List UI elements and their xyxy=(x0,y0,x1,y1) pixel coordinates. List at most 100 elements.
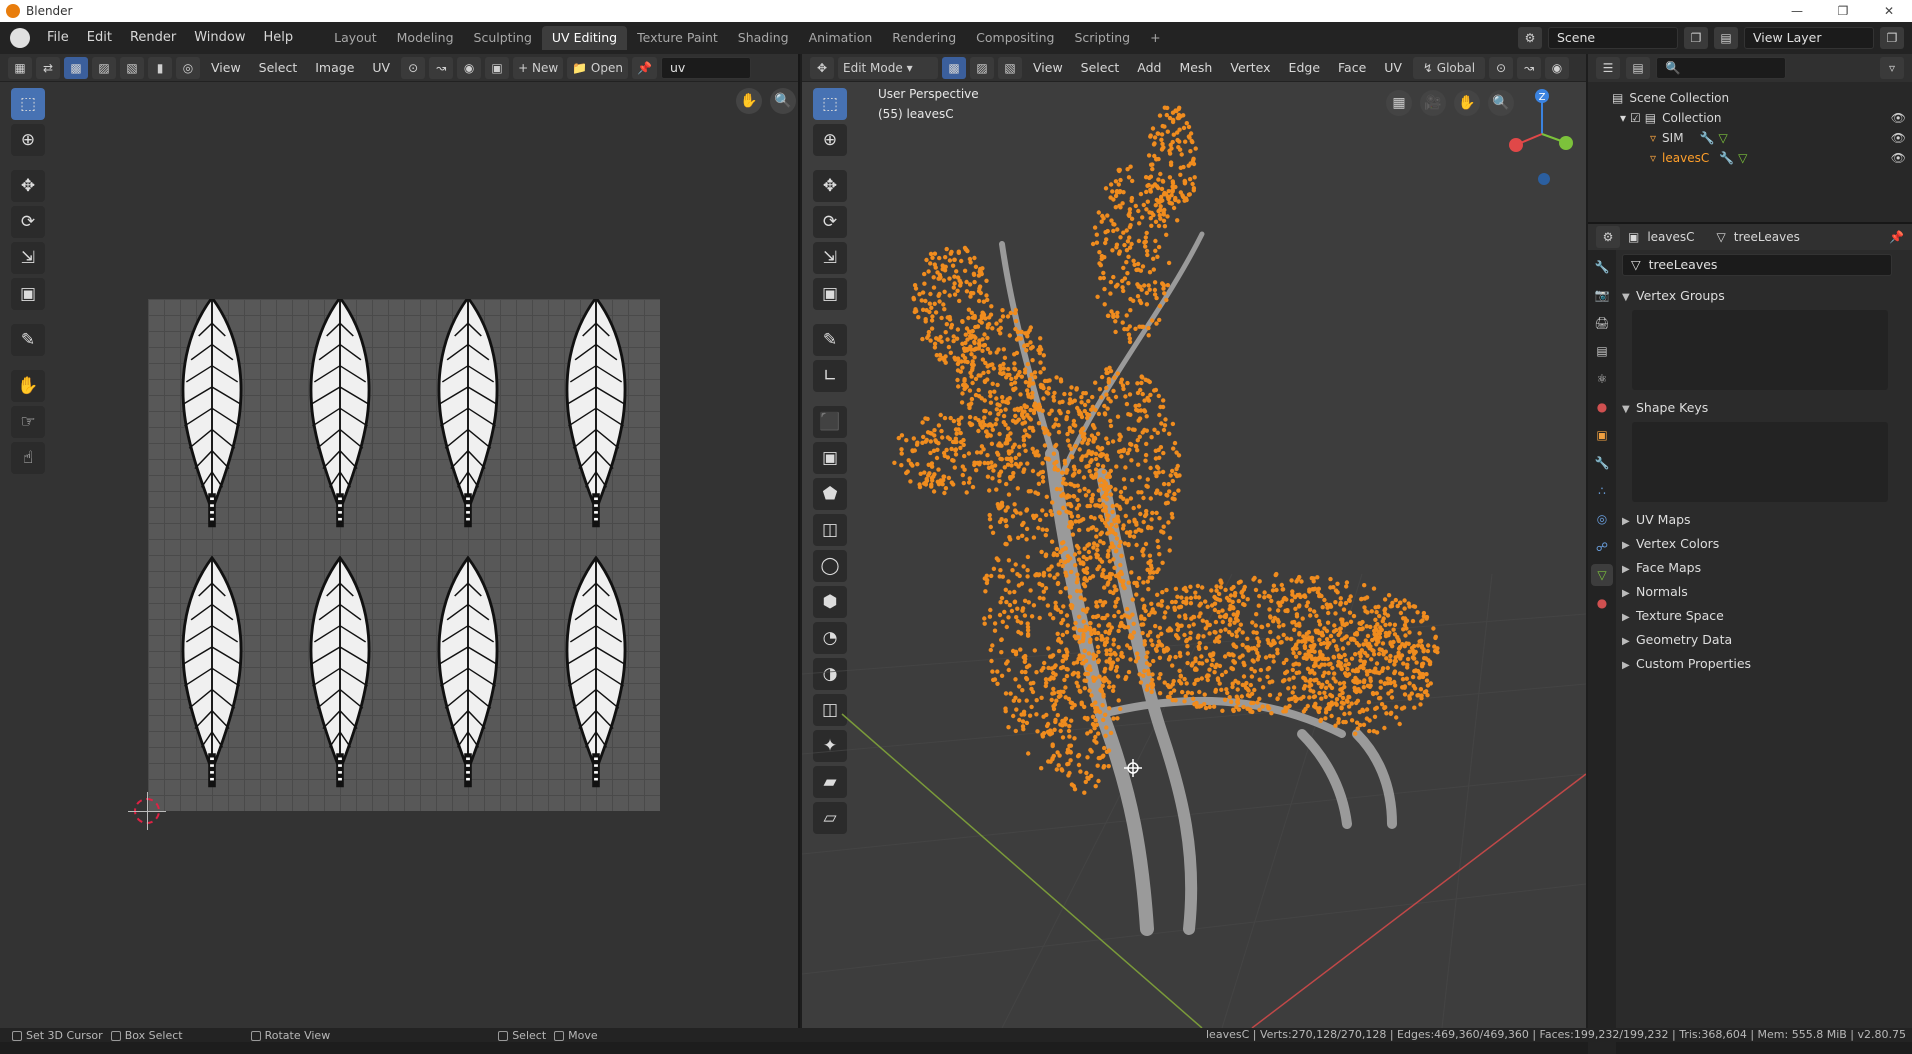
menu-help[interactable]: Help xyxy=(255,22,303,54)
panel-geometry-data[interactable]: ▶ Geometry Data xyxy=(1622,628,1906,652)
panel-custom-properties[interactable]: ▶ Custom Properties xyxy=(1622,652,1906,676)
tree-item-scene-collection[interactable]: ▤ Scene Collection xyxy=(1588,88,1912,108)
menu-file[interactable]: File xyxy=(38,22,78,54)
snap-icon[interactable]: ↝ xyxy=(429,56,454,79)
vertex-groups-list[interactable] xyxy=(1632,310,1888,390)
new-scene-icon[interactable]: ❐ xyxy=(1684,27,1708,49)
vertex-select-mode-icon[interactable]: ▩ xyxy=(64,56,88,79)
panel-texture-space[interactable]: ▶ Texture Space xyxy=(1622,604,1906,628)
rotate-icon[interactable]: ⟳ xyxy=(11,206,45,238)
shape-keys-list[interactable] xyxy=(1632,422,1888,502)
menu-window[interactable]: Window xyxy=(185,22,254,54)
modifier-wrench-icon[interactable]: 🔧 xyxy=(1719,151,1734,165)
tab-object-icon[interactable]: ▣ xyxy=(1591,424,1613,446)
add-workspace-button[interactable]: + xyxy=(1140,26,1170,50)
uv-menu-select[interactable]: Select xyxy=(252,60,305,75)
panel-face-maps[interactable]: ▶ Face Maps xyxy=(1622,556,1906,580)
view-layer-field[interactable]: View Layer xyxy=(1744,27,1874,49)
expand-arrow-icon[interactable]: ▾ xyxy=(1620,111,1626,125)
panel-vertex-colors[interactable]: ▶ Vertex Colors xyxy=(1622,532,1906,556)
restore-icon[interactable]: ❐ xyxy=(1820,0,1866,22)
tab-constraints-icon[interactable]: ☍ xyxy=(1591,536,1613,558)
menu-render[interactable]: Render xyxy=(121,22,185,54)
editor-type-icon[interactable]: ▦ xyxy=(8,56,32,79)
uv-leaf-island[interactable] xyxy=(181,556,243,789)
panel-normals[interactable]: ▶ Normals xyxy=(1622,580,1906,604)
tree-item-sim[interactable]: ▿ SIM 🔧 ▽ 👁 xyxy=(1588,128,1912,148)
3d-viewport[interactable]: ✥ Edit Mode ▾ ▩ ▨ ▧ View Select Add Mesh… xyxy=(802,54,1586,1028)
tab-view-layer-icon[interactable]: ▤ xyxy=(1591,340,1613,362)
cursor-icon[interactable]: ⊕ xyxy=(11,124,45,156)
panel-shape-keys[interactable]: ▼ Shape Keys xyxy=(1622,396,1906,420)
island-select-mode-icon[interactable]: ▮ xyxy=(148,56,172,79)
properties-editor[interactable]: ⚙ ▣ leavesC ▽ treeLeaves 📌 🔧 📷 🖨 ▤ ⚛ ● ▣… xyxy=(1588,224,1912,1054)
tab-world-icon[interactable]: ● xyxy=(1591,396,1613,418)
tab-render-icon[interactable]: 📷 xyxy=(1591,284,1613,306)
uv-leaf-island[interactable] xyxy=(181,299,243,529)
transform-icon[interactable]: ▣ xyxy=(11,278,45,310)
blender-logo-icon[interactable] xyxy=(10,28,30,48)
tab-output-icon[interactable]: 🖨 xyxy=(1591,312,1613,334)
filter-icon[interactable]: ▿ xyxy=(1880,57,1904,79)
uv-leaf-island[interactable] xyxy=(565,556,627,789)
tab-scene-icon[interactable]: ⚛ xyxy=(1591,368,1613,390)
move-icon[interactable]: ✥ xyxy=(11,170,45,202)
tree-item-leavesc[interactable]: ▿ leavesC 🔧 ▽ 👁 xyxy=(1588,148,1912,168)
relax-icon[interactable]: ☞ xyxy=(11,406,45,438)
open-image-button[interactable]: 📁 Open xyxy=(567,56,628,79)
uv-menu-view[interactable]: View xyxy=(204,60,248,75)
mesh-datablock-field[interactable]: ▽ treeLeaves xyxy=(1622,254,1892,276)
tab-shading[interactable]: Shading xyxy=(728,26,799,50)
new-image-button[interactable]: + New xyxy=(513,56,564,79)
uv-leaf-island[interactable] xyxy=(309,556,371,789)
tab-scripting[interactable]: Scripting xyxy=(1065,26,1141,50)
tab-texture-paint[interactable]: Texture Paint xyxy=(627,26,728,50)
tab-uv-editing[interactable]: UV Editing xyxy=(541,26,628,50)
uv-leaf-island[interactable] xyxy=(309,299,371,529)
menu-edit[interactable]: Edit xyxy=(78,22,121,54)
pinch-icon[interactable]: ☝ xyxy=(11,442,45,474)
face-select-mode-icon[interactable]: ▧ xyxy=(120,56,144,79)
uv-menu-image[interactable]: Image xyxy=(308,60,361,75)
uv-editor-area[interactable]: ▦ ⇄ ▩ ▨ ▧ ▮ ◎ View Select Image UV ⊙ ↝ ◉… xyxy=(0,54,800,1028)
close-icon[interactable]: ✕ xyxy=(1866,0,1912,22)
panel-vertex-groups[interactable]: ▼ Vertex Groups xyxy=(1622,284,1906,308)
tab-animation[interactable]: Animation xyxy=(799,26,883,50)
editor-type-icon[interactable]: ⚙ xyxy=(1596,226,1620,248)
mesh-data-icon[interactable]: ▽ xyxy=(1738,151,1747,165)
new-view-layer-icon[interactable]: ❐ xyxy=(1880,27,1904,49)
zoom-view-icon[interactable]: 🔍 xyxy=(770,88,796,114)
annotate-icon[interactable]: ✎ xyxy=(11,324,45,356)
outliner-search-input[interactable]: 🔍 xyxy=(1656,57,1786,79)
uv-leaf-island[interactable] xyxy=(565,299,627,529)
grab-icon[interactable]: ✋ xyxy=(11,370,45,402)
modifier-wrench-icon[interactable]: 🔧 xyxy=(1700,131,1715,145)
checkbox-icon[interactable]: ☑ xyxy=(1630,111,1641,125)
image-browse-icon[interactable]: ▣ xyxy=(485,56,510,79)
uv-grid-canvas[interactable] xyxy=(148,299,660,811)
tab-layout[interactable]: Layout xyxy=(324,26,387,50)
tab-rendering[interactable]: Rendering xyxy=(882,26,966,50)
pin-icon[interactable]: 📌 xyxy=(631,56,657,79)
scene-selector-icon[interactable]: ⚙ xyxy=(1518,27,1542,49)
tab-particles-icon[interactable]: ∴ xyxy=(1591,480,1613,502)
proportional-edit-icon[interactable]: ◉ xyxy=(457,56,482,79)
mesh-data-icon[interactable]: ▽ xyxy=(1719,131,1728,145)
uv-menu-uv[interactable]: UV xyxy=(365,60,397,75)
pan-view-icon[interactable]: ✋ xyxy=(736,88,762,114)
display-mode-icon[interactable]: ▤ xyxy=(1626,57,1650,79)
view-layer-icon[interactable]: ▤ xyxy=(1714,27,1738,49)
uv-leaf-island[interactable] xyxy=(437,299,499,529)
panel-uv-maps[interactable]: ▶ UV Maps xyxy=(1622,508,1906,532)
tab-sculpting[interactable]: Sculpting xyxy=(464,26,542,50)
editor-type-icon[interactable]: ☰ xyxy=(1596,57,1620,79)
tree-item-collection[interactable]: ▾ ☑ ▤ Collection 👁 xyxy=(1588,108,1912,128)
outliner[interactable]: ☰ ▤ 🔍 ▿ ▤ Scene Collection ▾ ☑ ▤ Collect… xyxy=(1588,54,1912,224)
image-name-field[interactable]: uv xyxy=(660,56,751,79)
uv-sync-icon[interactable]: ⇄ xyxy=(36,56,60,79)
edge-select-mode-icon[interactable]: ▨ xyxy=(92,56,116,79)
visibility-eye-icon[interactable]: 👁 xyxy=(1891,111,1906,125)
visibility-eye-icon[interactable]: 👁 xyxy=(1891,151,1906,165)
tab-physics-icon[interactable]: ◎ xyxy=(1591,508,1613,530)
tab-modeling[interactable]: Modeling xyxy=(387,26,464,50)
